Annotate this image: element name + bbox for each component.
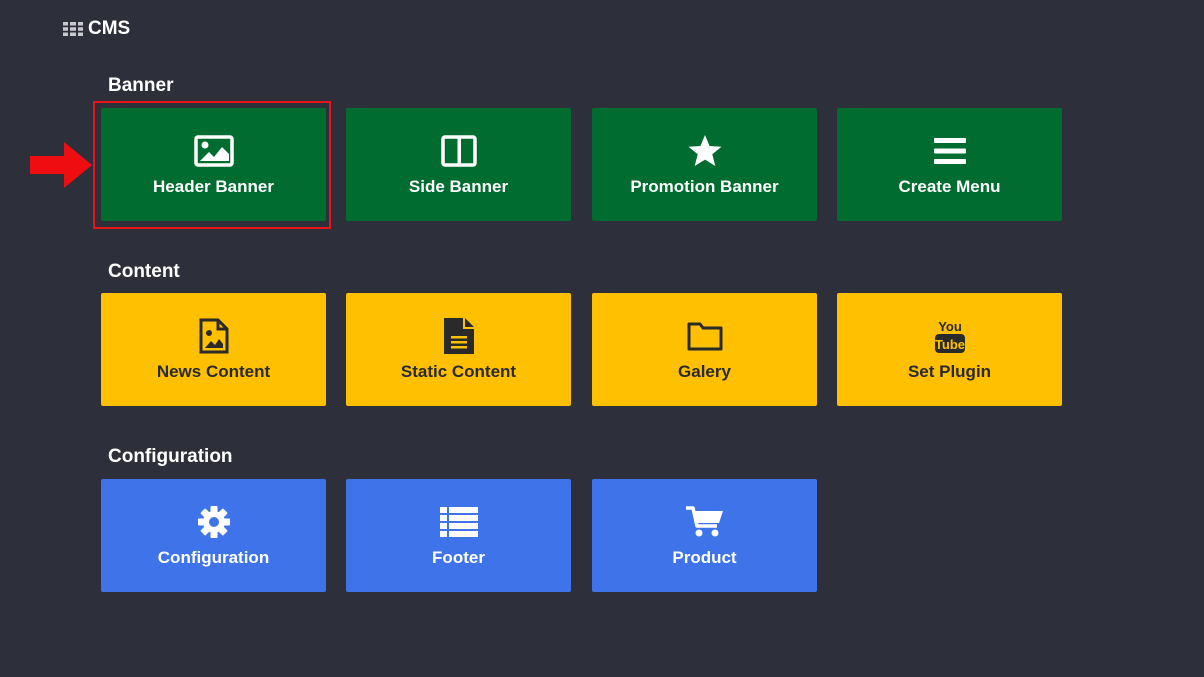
- galery-label: Galery: [678, 362, 731, 381]
- promotion-banner-label: Promotion Banner: [630, 177, 779, 196]
- image-icon: [101, 134, 326, 168]
- news-content-tile[interactable]: News Content: [101, 293, 326, 406]
- columns-icon: [346, 134, 571, 168]
- file-image-icon: [101, 318, 326, 354]
- svg-text:You: You: [938, 319, 962, 334]
- folder-icon: [592, 319, 817, 353]
- star-icon: [592, 134, 817, 168]
- gear-icon: [101, 505, 326, 539]
- configuration-tile[interactable]: Configuration: [101, 479, 326, 592]
- product-tile[interactable]: Product: [592, 479, 817, 592]
- list-icon: [346, 505, 571, 539]
- promotion-banner-tile[interactable]: Promotion Banner: [592, 108, 817, 221]
- footer-label: Footer: [432, 548, 485, 567]
- header-banner-label: Header Banner: [153, 177, 274, 196]
- configuration-label: Configuration: [157, 548, 270, 567]
- side-banner-tile[interactable]: Side Banner: [346, 108, 571, 221]
- galery-tile[interactable]: Galery: [592, 293, 817, 406]
- red-arrow-icon: [30, 142, 92, 193]
- app-title-text: CMS: [88, 18, 131, 39]
- static-content-label: Static Content: [400, 362, 517, 381]
- cart-icon: [592, 505, 817, 539]
- app-title: CMS: [63, 17, 130, 41]
- news-content-label: News Content: [156, 362, 271, 381]
- create-menu-tile[interactable]: Create Menu: [837, 108, 1062, 221]
- menu-icon: [837, 134, 1062, 168]
- create-menu-label: Create Menu: [898, 177, 1001, 196]
- set-plugin-tile[interactable]: You Tube Set Plugin: [837, 293, 1062, 406]
- youtube-icon: You Tube: [837, 319, 1062, 353]
- section-title-banner: Banner: [108, 75, 174, 96]
- footer-tile[interactable]: Footer: [346, 479, 571, 592]
- static-content-tile[interactable]: Static Content: [346, 293, 571, 406]
- product-label: Product: [672, 548, 737, 567]
- file-text-icon: [346, 318, 571, 354]
- set-plugin-label: Set Plugin: [907, 362, 992, 381]
- section-title-content: Content: [108, 261, 180, 282]
- grid-icon: [63, 22, 83, 36]
- svg-text:Tube: Tube: [934, 337, 964, 352]
- header-banner-tile[interactable]: Header Banner: [101, 108, 326, 221]
- section-title-configuration: Configuration: [108, 446, 233, 467]
- side-banner-label: Side Banner: [408, 177, 509, 196]
